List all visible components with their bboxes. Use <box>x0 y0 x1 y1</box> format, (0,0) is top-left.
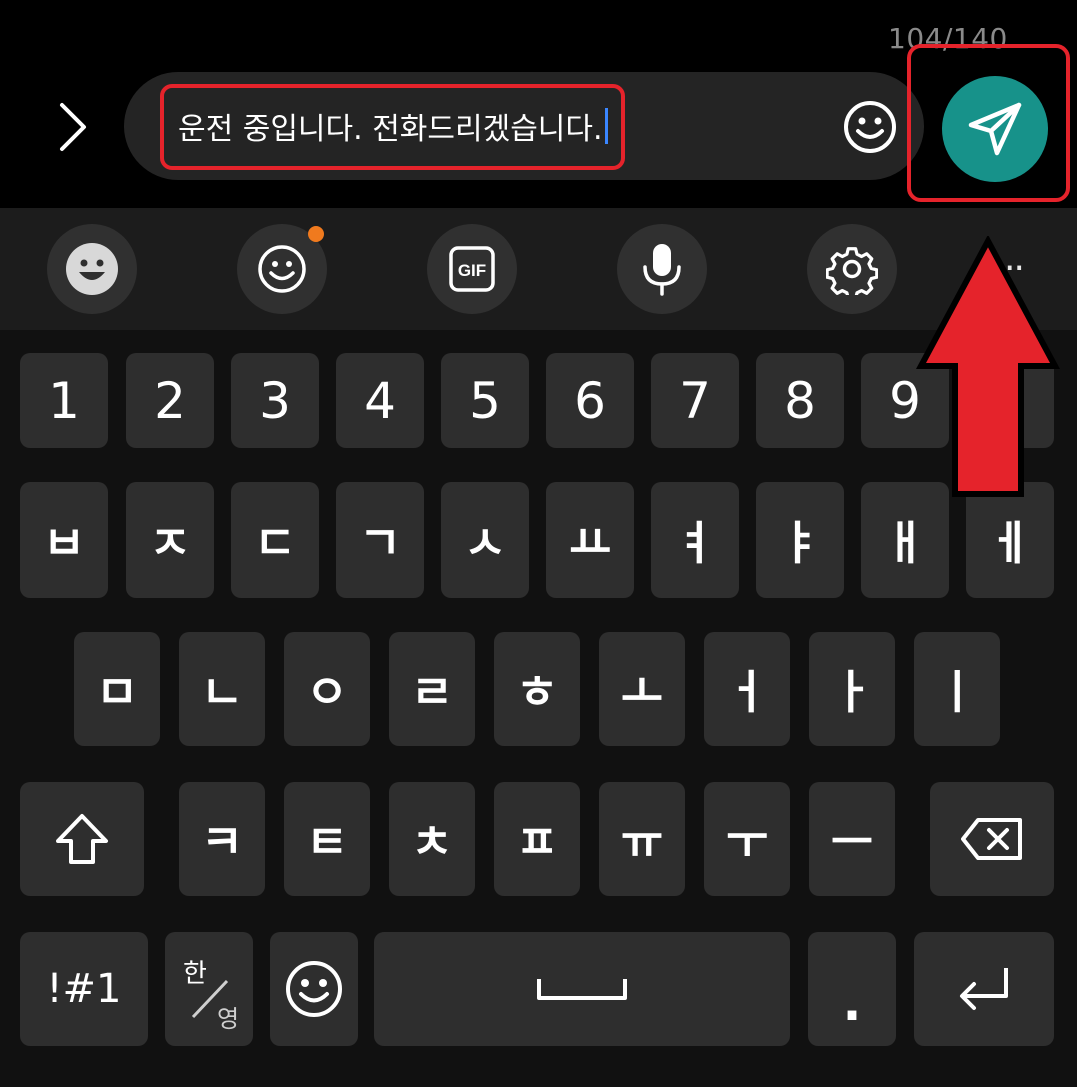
key-6[interactable]: 6 <box>546 353 634 448</box>
period-key[interactable]: . <box>808 932 896 1046</box>
text-highlight-box <box>160 84 625 170</box>
language-english-label: 영 <box>217 1005 240 1033</box>
key-5[interactable]: 5 <box>441 353 529 448</box>
backspace-key[interactable] <box>930 782 1054 896</box>
smiley-key-icon <box>286 961 342 1017</box>
key-mieum[interactable]: ㅁ <box>74 632 160 746</box>
key-bieup[interactable]: ㅂ <box>20 482 108 598</box>
key-ieung[interactable]: ㅇ <box>284 632 370 746</box>
shift-key[interactable] <box>20 782 144 896</box>
key-8[interactable]: 8 <box>756 353 844 448</box>
key-hieut[interactable]: ㅎ <box>494 632 580 746</box>
gear-icon <box>826 247 878 295</box>
key-1[interactable]: 1 <box>20 353 108 448</box>
key-yu[interactable]: ㅠ <box>599 782 685 896</box>
emoji-button[interactable] <box>47 224 137 314</box>
key-ya[interactable]: ㅑ <box>756 482 844 598</box>
emoji-face-icon <box>66 243 118 295</box>
screen: 104/140 운전 중입니다. 전화드리겠습니다. GIF ·· 1 2 3 … <box>0 0 1077 1087</box>
key-i[interactable]: ㅣ <box>914 632 1000 746</box>
key-2[interactable]: 2 <box>126 353 214 448</box>
gif-button[interactable]: GIF <box>427 224 517 314</box>
sticker-smiley-icon <box>258 245 306 293</box>
key-o[interactable]: ㅗ <box>599 632 685 746</box>
red-arrow-annotation <box>916 236 1060 497</box>
key-yo[interactable]: ㅛ <box>546 482 634 598</box>
key-kieuk[interactable]: ㅋ <box>179 782 265 896</box>
key-jieut[interactable]: ㅈ <box>126 482 214 598</box>
key-siot[interactable]: ㅅ <box>441 482 529 598</box>
key-u[interactable]: ㅜ <box>704 782 790 896</box>
language-switch-key[interactable]: 한 영 <box>165 932 253 1046</box>
enter-key[interactable] <box>914 932 1054 1046</box>
settings-button[interactable] <box>807 224 897 314</box>
space-bar[interactable] <box>374 932 790 1046</box>
svg-text:GIF: GIF <box>458 261 486 280</box>
symbols-key[interactable]: !#1 <box>20 932 148 1046</box>
notification-badge <box>308 226 324 242</box>
space-icon <box>537 979 627 1000</box>
expand-button[interactable] <box>40 92 104 162</box>
key-a[interactable]: ㅏ <box>809 632 895 746</box>
key-nieun[interactable]: ㄴ <box>179 632 265 746</box>
key-3[interactable]: 3 <box>231 353 319 448</box>
smiley-icon[interactable] <box>842 99 898 155</box>
shift-arrow-icon <box>56 814 108 864</box>
key-chieut[interactable]: ㅊ <box>389 782 475 896</box>
key-7[interactable]: 7 <box>651 353 739 448</box>
send-highlight-box <box>907 44 1070 202</box>
key-giyeok[interactable]: ㄱ <box>336 482 424 598</box>
key-yeo[interactable]: ㅕ <box>651 482 739 598</box>
emoji-key[interactable] <box>270 932 358 1046</box>
key-rieul[interactable]: ㄹ <box>389 632 475 746</box>
microphone-icon <box>643 244 681 296</box>
key-tieut[interactable]: ㅌ <box>284 782 370 896</box>
key-4[interactable]: 4 <box>336 353 424 448</box>
key-digeut[interactable]: ㄷ <box>231 482 319 598</box>
voice-input-button[interactable] <box>617 224 707 314</box>
enter-return-icon <box>960 968 1008 1010</box>
key-e[interactable]: ㅔ <box>966 482 1054 598</box>
backspace-icon <box>961 818 1022 860</box>
chevron-right-icon <box>60 103 86 151</box>
key-ae[interactable]: ㅐ <box>861 482 949 598</box>
key-eo[interactable]: ㅓ <box>704 632 790 746</box>
key-pieup[interactable]: ㅍ <box>494 782 580 896</box>
key-eu[interactable]: ㅡ <box>809 782 895 896</box>
gif-icon: GIF <box>449 246 495 292</box>
